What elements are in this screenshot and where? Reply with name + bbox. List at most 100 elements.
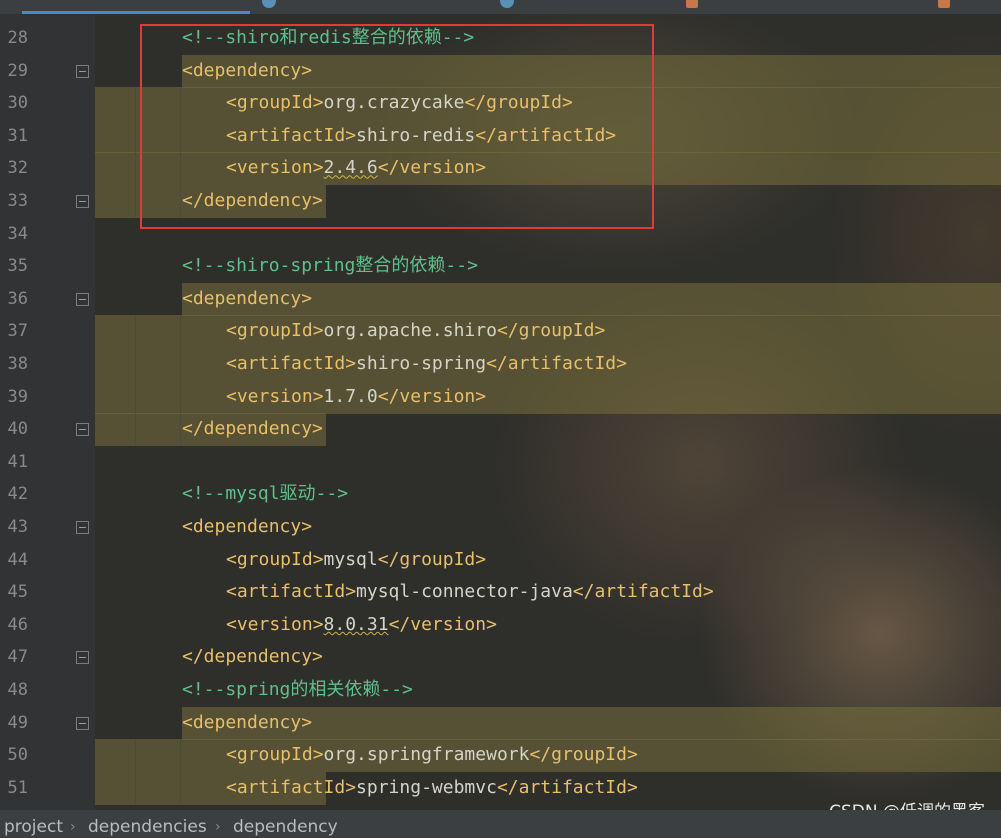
code-token: <dependency> <box>182 711 313 733</box>
code-text: <groupId>org.apache.shiro</groupId> <box>226 320 605 342</box>
line-number: 35 <box>7 256 28 277</box>
code-token: </version> <box>377 157 487 179</box>
code-text: <dependency> <box>182 516 312 538</box>
breadcrumb-item-project[interactable]: project <box>4 817 63 837</box>
code-token: <groupId> <box>226 92 324 114</box>
code-line[interactable]: 48 <!--spring的相关依赖--> <box>0 674 1001 707</box>
code-text: <dependency> <box>182 60 312 82</box>
code-text: <groupId>org.springframework</groupId> <box>226 744 638 766</box>
code-line[interactable]: 33 </dependency> <box>0 185 1001 218</box>
code-text: <dependency> <box>182 288 312 310</box>
code-token: </groupId> <box>529 744 638 766</box>
code-token: <!--shiro和redis整合的依赖--> <box>182 27 475 48</box>
code-text: <version>1.7.0</version> <box>226 386 486 408</box>
line-number: 30 <box>7 93 28 114</box>
line-number: 49 <box>7 712 28 733</box>
code-text: </dependency> <box>182 190 323 212</box>
code-token: <!--mysql驱动--> <box>182 483 349 505</box>
line-number: 48 <box>7 680 28 700</box>
code-line[interactable]: 44 <groupId>mysql</groupId> <box>0 544 1001 577</box>
code-token: <version> <box>226 385 324 407</box>
code-token: 1.7.0 <box>323 385 378 407</box>
code-token: org.crazycake <box>323 92 465 114</box>
code-token: <groupId> <box>226 548 324 570</box>
class-file-icon <box>500 0 514 8</box>
line-number: 43 <box>7 517 28 537</box>
code-token: <dependency> <box>182 516 313 537</box>
code-token: </dependency> <box>182 190 323 211</box>
code-line[interactable]: 36 <dependency> <box>0 282 1001 316</box>
line-number: 36 <box>7 288 28 309</box>
fold-toggle-icon[interactable] <box>76 423 89 437</box>
breadcrumb-item-dependencies[interactable]: dependencies <box>88 817 207 837</box>
code-token: <groupId> <box>226 744 324 766</box>
code-line[interactable]: 45 <artifactId>mysql-connector-java</arti… <box>0 576 1001 609</box>
indent-guide <box>135 87 136 218</box>
code-line[interactable]: 30 <groupId>org.crazycake</groupId> <box>0 87 1001 121</box>
code-token: spring-webmvc <box>356 776 497 798</box>
code-token: <groupId> <box>226 320 324 342</box>
code-line[interactable]: 29 <dependency> <box>0 54 1001 88</box>
fold-toggle-icon[interactable] <box>76 64 89 78</box>
code-text: <version>8.0.31</version> <box>226 614 497 636</box>
code-line[interactable]: 32 <version>2.4.6</version> <box>0 152 1001 186</box>
line-number: 37 <box>7 321 28 342</box>
code-line[interactable]: 38 <artifactId>shiro-spring</artifactId> <box>0 348 1001 381</box>
code-token: </artifactId> <box>572 581 714 603</box>
class-file-icon <box>262 0 276 8</box>
code-line[interactable]: 47 </dependency> <box>0 641 1001 674</box>
code-token: </groupId> <box>464 92 573 114</box>
fold-toggle-icon[interactable] <box>76 292 89 306</box>
code-line[interactable]: 35 <!--shiro-spring整合的依赖--> <box>0 250 1001 283</box>
code-editor[interactable]: 28 <!--shiro和redis整合的依赖--> 29 <dependency> 3… <box>0 14 1001 810</box>
code-token: org.apache.shiro <box>323 320 497 342</box>
fold-toggle-icon[interactable] <box>76 651 89 665</box>
code-text: <groupId>org.crazycake</groupId> <box>226 92 573 114</box>
indent-guide <box>135 739 136 805</box>
fold-toggle-icon[interactable] <box>76 195 89 208</box>
code-text: <groupId>mysql</groupId> <box>226 549 486 571</box>
code-text: <!--shiro-spring整合的依赖--> <box>182 255 478 277</box>
code-token: </dependency> <box>182 646 323 668</box>
code-token: <artifactId> <box>226 124 357 146</box>
code-token: 8.0.31 <box>323 613 389 635</box>
xml-file-icon <box>938 0 950 8</box>
code-line[interactable]: 43 <dependency> <box>0 511 1001 544</box>
breadcrumb-item-dependency[interactable]: dependency <box>233 817 338 837</box>
code-text: <version>2.4.6</version> <box>226 157 486 179</box>
line-number: 31 <box>7 125 28 146</box>
line-number: 28 <box>7 28 28 48</box>
code-line[interactable]: 37 <groupId>org.apache.shiro</groupId> <box>0 315 1001 349</box>
code-text: <!--shiro和redis整合的依赖--> <box>182 27 474 49</box>
indent-guide <box>180 315 181 446</box>
code-line[interactable]: 31 <artifactId>shiro-redis</artifactId> <box>0 119 1001 153</box>
breadcrumb: project › dependencies › dependency <box>0 810 1001 838</box>
code-text: </dependency> <box>182 646 323 668</box>
code-line[interactable]: 49 <dependency> <box>0 706 1001 740</box>
chevron-right-icon: › <box>215 819 221 835</box>
code-line[interactable]: 41 <box>0 446 1001 479</box>
code-line[interactable]: 39 <version>1.7.0</version> <box>0 380 1001 414</box>
code-text: <artifactId>shiro-redis</artifactId> <box>226 125 616 147</box>
code-text: </dependency> <box>182 418 323 440</box>
code-line[interactable]: 40 </dependency> <box>0 413 1001 447</box>
line-number: 45 <box>7 582 28 603</box>
code-line[interactable]: 28 <!--shiro和redis整合的依赖--> <box>0 22 1001 55</box>
code-token: <version> <box>226 613 324 635</box>
code-line[interactable]: 34 <box>0 218 1001 251</box>
line-number: 41 <box>7 451 28 472</box>
code-token: mysql <box>323 548 378 570</box>
line-number: 34 <box>7 223 28 244</box>
line-number: 47 <box>7 647 28 668</box>
code-line[interactable]: 42 <!--mysql驱动--> <box>0 478 1001 511</box>
code-token: <version> <box>226 157 324 179</box>
fold-toggle-icon[interactable] <box>76 521 89 534</box>
code-line[interactable]: 50 <groupId>org.springframework</groupId> <box>0 739 1001 773</box>
line-number: 33 <box>7 191 28 211</box>
line-number: 46 <box>7 614 28 635</box>
code-token: <dependency> <box>182 59 313 81</box>
fold-toggle-icon[interactable] <box>76 716 89 730</box>
code-line[interactable]: 46 <version>8.0.31</version> <box>0 609 1001 642</box>
code-token: org.springframework <box>323 744 530 766</box>
line-number: 42 <box>7 484 28 505</box>
